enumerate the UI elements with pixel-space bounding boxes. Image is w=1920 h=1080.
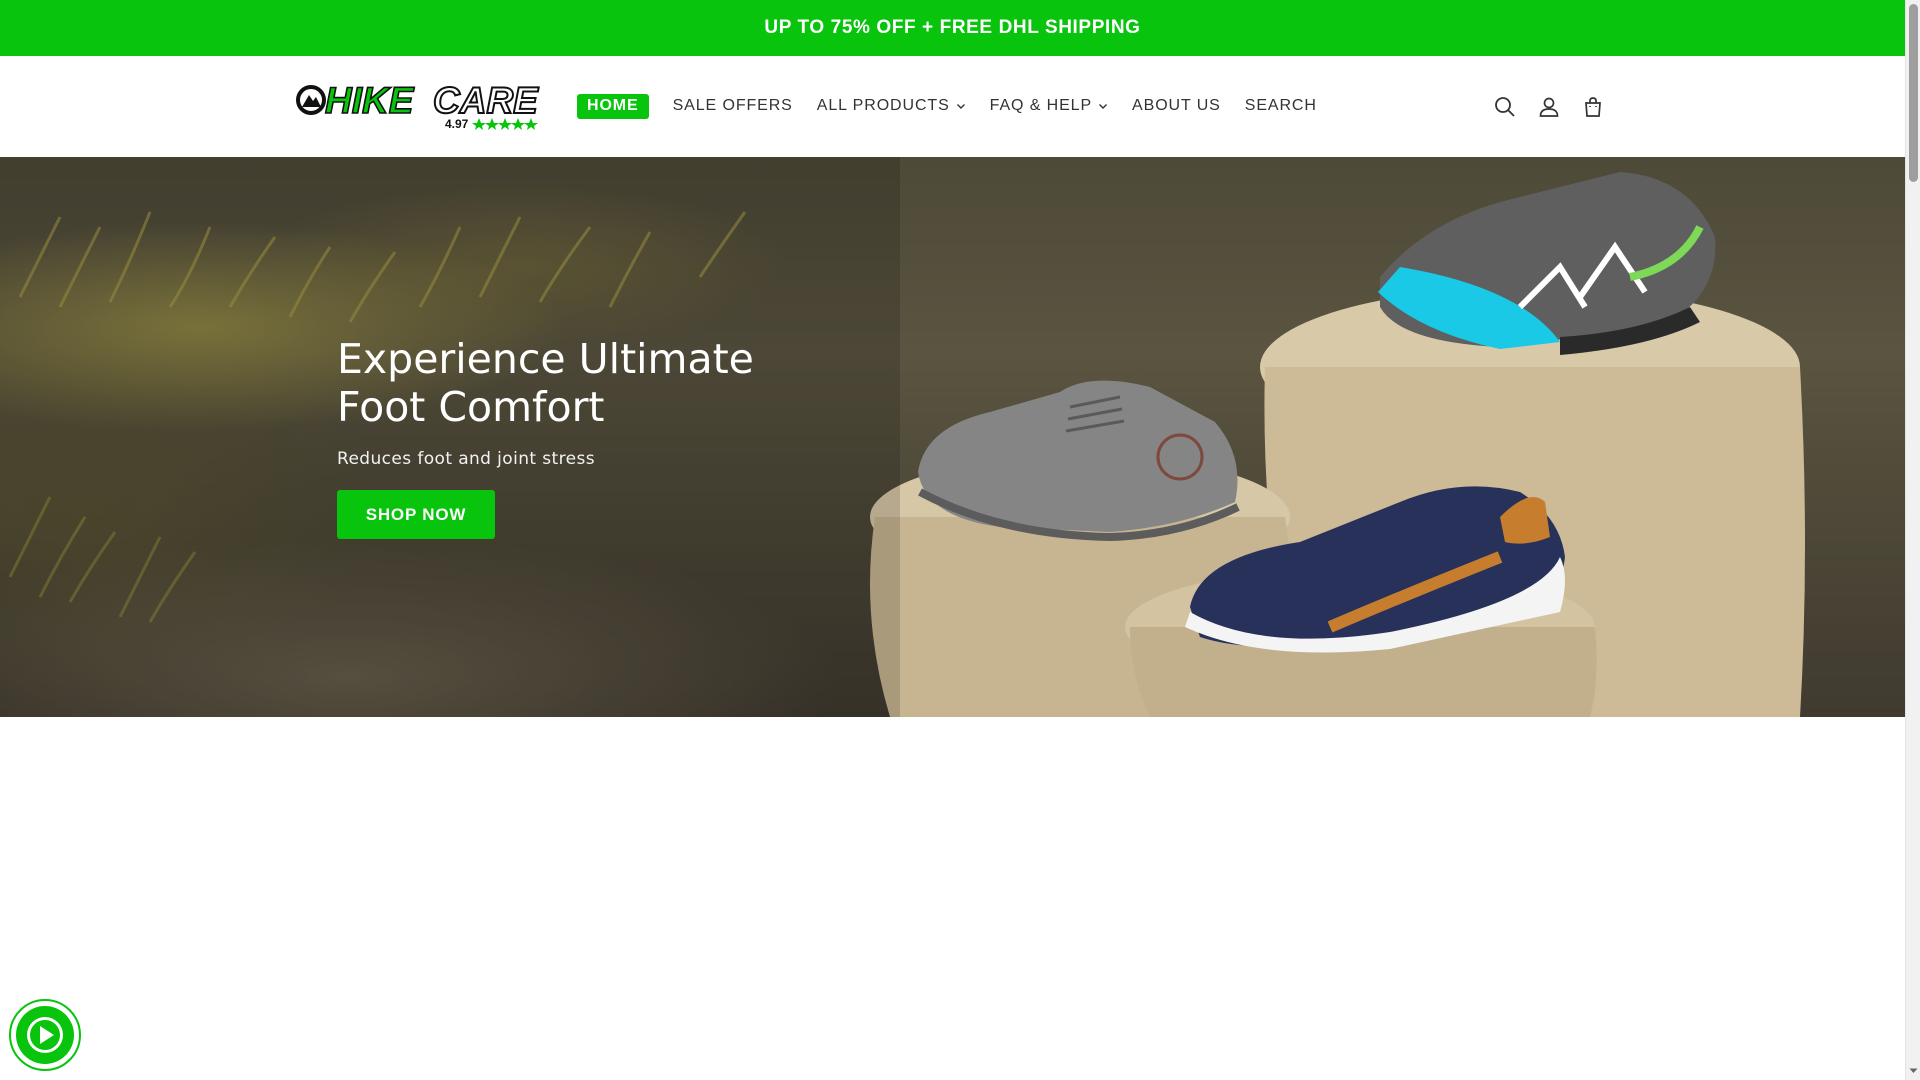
video-play-widget[interactable] [9, 999, 81, 1071]
main-nav: HOME SALE OFFERS ALL PRODUCTS FAQ & HELP… [577, 93, 1341, 119]
chevron-down-icon [956, 104, 965, 109]
scrollbar[interactable] [1905, 0, 1920, 1080]
hero-image [0, 157, 1805, 717]
play-button-circle [16, 1006, 74, 1064]
hero-title-line2: Foot Comfort [337, 383, 605, 431]
hero-copy: Experience Ultimate Foot Comfort Reduces… [337, 335, 857, 469]
account-icon[interactable] [1534, 92, 1564, 122]
nav-search[interactable]: SEARCH [1245, 93, 1317, 119]
nav-faq-help[interactable]: FAQ & HELP [990, 93, 1108, 119]
nav-all-products[interactable]: ALL PRODUCTS [817, 93, 966, 119]
nav-about-us[interactable]: ABOUT US [1132, 93, 1221, 119]
announcement-text: UP TO 75% OFF + FREE DHL SHIPPING [764, 17, 1141, 38]
chevron-down-icon [1099, 104, 1108, 109]
logo-rating: 4.97 [445, 117, 469, 130]
play-icon [27, 1017, 63, 1053]
scroll-down-arrow-icon[interactable] [1909, 1066, 1918, 1075]
nav-search-label: SEARCH [1244, 97, 1317, 114]
announcement-bar: UP TO 75% OFF + FREE DHL SHIPPING [0, 0, 1905, 56]
hero-banner: Experience Ultimate Foot Comfort Reduces… [0, 157, 1905, 717]
nav-all-products-label: ALL PRODUCTS [816, 97, 950, 114]
scroll-thumb[interactable] [1909, 4, 1918, 182]
nav-about-us-label: ABOUT US [1132, 97, 1221, 114]
nav-sale-offers-label: SALE OFFERS [672, 97, 793, 114]
site-logo[interactable]: HIKE CARE 4.97 [295, 82, 545, 130]
hero-title: Experience Ultimate Foot Comfort [337, 335, 857, 431]
shop-now-button[interactable]: SHOP NOW [337, 490, 495, 539]
search-icon[interactable] [1490, 92, 1520, 122]
site-header: HIKE CARE 4.97 HOME SALE OFFERS ALL PROD… [0, 56, 1905, 157]
header-icons [1490, 92, 1622, 122]
logo-hike-text: HIKE [325, 82, 415, 121]
shop-now-label: SHOP NOW [365, 504, 467, 524]
nav-home-label: HOME [587, 97, 639, 114]
cart-icon[interactable] [1578, 92, 1608, 122]
nav-faq-help-label: FAQ & HELP [989, 97, 1093, 114]
nav-sale-offers[interactable]: SALE OFFERS [673, 93, 793, 119]
hero-subtitle: Reduces foot and joint stress [337, 449, 595, 469]
nav-home[interactable]: HOME [577, 93, 649, 119]
hero-title-line1: Experience Ultimate [337, 335, 754, 383]
logo-care-text: CARE [433, 82, 539, 121]
